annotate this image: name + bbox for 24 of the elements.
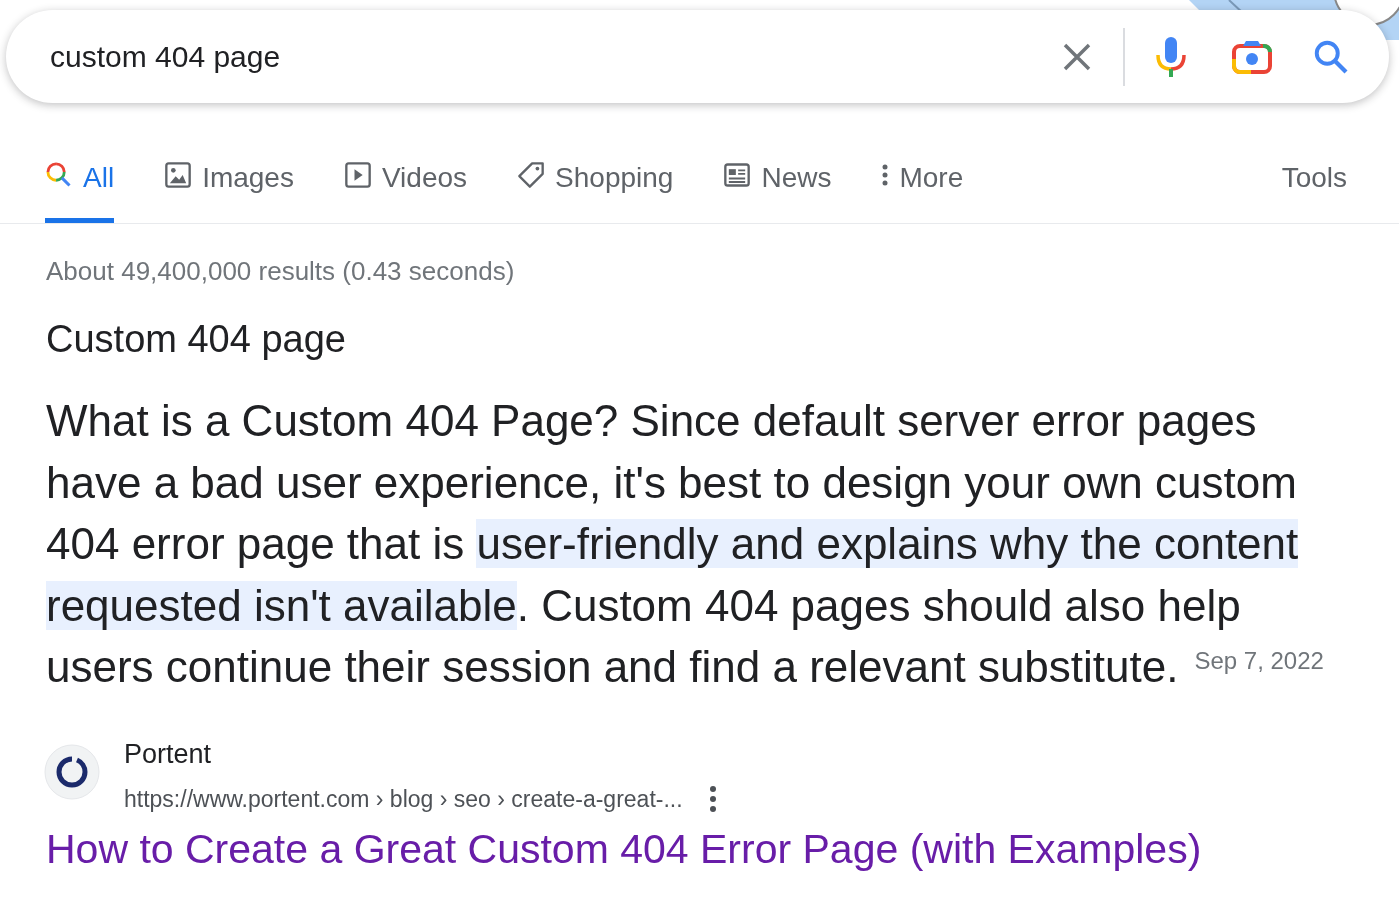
result-url: https://www.portent.com › blog › seo › create-a-great-... — [124, 785, 683, 814]
snippet-heading: Custom 404 page — [46, 317, 347, 362]
tab[interactable]: More — [881, 145, 964, 223]
camera-icon[interactable] — [1231, 38, 1273, 75]
site-favicon-icon — [44, 743, 100, 800]
tab[interactable]: Images — [164, 145, 294, 223]
image-icon — [164, 161, 193, 189]
tab[interactable]: All — [45, 145, 115, 223]
result-stats: About 49,400,000 results (0.43 seconds) — [46, 255, 516, 288]
result-title-link[interactable]: How to Create a Great Custom 404 Error Page (with Examples) — [46, 818, 1202, 880]
play-icon — [343, 161, 372, 189]
search-input[interactable]: custom 404 page — [48, 33, 1061, 80]
tab[interactable]: Videos — [343, 145, 468, 223]
tab[interactable]: Shopping — [517, 145, 674, 223]
more-options-icon[interactable] — [708, 785, 717, 814]
microphone-icon[interactable] — [1155, 34, 1187, 79]
search-icon[interactable] — [1313, 38, 1349, 75]
newspaper-icon — [723, 161, 752, 189]
site-name: Portent — [124, 737, 213, 771]
tools-link[interactable]: Tools — [1281, 145, 1347, 223]
tab[interactable]: News — [723, 145, 832, 223]
tag-icon — [517, 161, 546, 189]
snippet-date: Sep 7, 2022 — [1194, 646, 1324, 676]
search-icon — [45, 161, 73, 189]
